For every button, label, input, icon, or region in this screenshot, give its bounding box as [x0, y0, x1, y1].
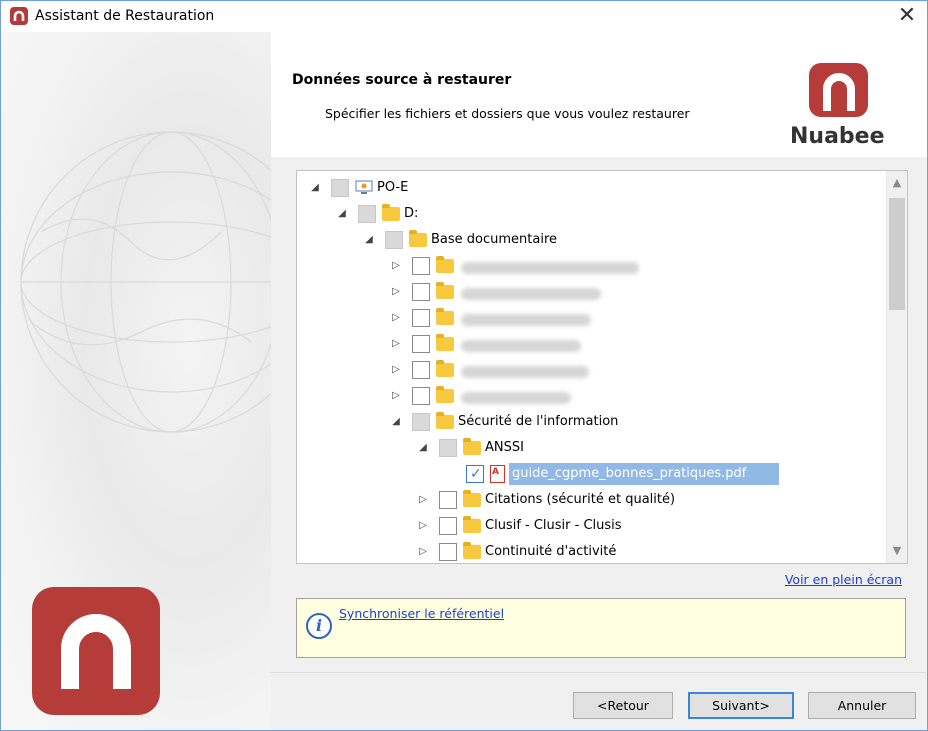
node-checkbox[interactable] — [439, 439, 457, 457]
redacted-label — [461, 340, 581, 352]
expand-arrow-icon[interactable]: ▷ — [390, 389, 402, 403]
tree-node-label: PO-E — [377, 180, 409, 195]
wizard-side-banner — [1, 32, 271, 730]
tree-node-label: Base documentaire — [431, 232, 558, 247]
tree-node-label: Citations (sécurité et qualité) — [485, 492, 676, 507]
brand-name: Nuabee — [790, 124, 885, 149]
tree-node-label: ANSSI — [485, 440, 524, 455]
redacted-label — [461, 314, 591, 326]
tree-node[interactable]: ▷ — [297, 331, 881, 357]
scroll-down-icon[interactable]: ▼ — [887, 541, 907, 561]
back-button[interactable]: <Retour — [573, 692, 673, 719]
collapse-arrow-icon[interactable]: ◢ — [417, 441, 429, 455]
redacted-label — [461, 392, 571, 404]
node-checkbox[interactable] — [439, 491, 457, 509]
folder-icon — [463, 542, 481, 559]
nuabee-logo-icon — [809, 63, 868, 117]
node-checkbox[interactable] — [439, 543, 457, 561]
tree-node[interactable]: ▷ — [297, 357, 881, 383]
tree-node-label: Continuité d'activité — [485, 544, 617, 559]
node-checkbox[interactable] — [412, 309, 430, 327]
folder-icon — [436, 256, 454, 273]
folder-icon — [436, 282, 454, 299]
tree-node[interactable]: ▷ — [297, 383, 881, 409]
app-logo-icon — [10, 7, 28, 25]
node-checkbox[interactable] — [412, 361, 430, 379]
expand-arrow-icon[interactable]: ▷ — [417, 493, 429, 507]
tree-node-label: guide_cgpme_bonnes_pratiques.pdf — [512, 466, 747, 481]
folder-icon — [436, 308, 454, 325]
folder-icon — [463, 438, 481, 455]
fullscreen-link[interactable]: Voir en plein écran — [785, 572, 902, 587]
tree-node-label: Clusif - Clusir - Clusis — [485, 518, 622, 533]
wizard-header: Données source à restaurer Spécifier les… — [271, 32, 927, 157]
info-panel: i Synchroniser le référentiel — [296, 598, 906, 658]
tree-node[interactable]: ▷ Continuité d'activité — [297, 539, 881, 563]
node-checkbox[interactable] — [331, 179, 349, 197]
next-button[interactable]: Suivant> — [688, 692, 794, 719]
tree-node[interactable]: ▷ — [297, 253, 881, 279]
collapse-arrow-icon[interactable]: ◢ — [309, 181, 321, 195]
folder-icon — [436, 360, 454, 377]
cancel-button[interactable]: Annuler — [808, 692, 916, 719]
nuabee-large-logo — [32, 587, 160, 715]
node-checkbox[interactable] — [412, 413, 430, 431]
redacted-label — [461, 262, 639, 274]
node-checkbox[interactable]: ✓ — [466, 465, 484, 483]
page-subtitle: Spécifier les fichiers et dossiers que v… — [325, 106, 690, 121]
tree-node[interactable]: ▷ Citations (sécurité et qualité) — [297, 487, 881, 513]
tree-node[interactable]: ◢ D: — [297, 201, 881, 227]
window-title: Assistant de Restauration — [35, 8, 215, 24]
node-checkbox[interactable] — [412, 387, 430, 405]
expand-arrow-icon[interactable]: ▷ — [417, 545, 429, 559]
expand-arrow-icon[interactable]: ▷ — [417, 519, 429, 533]
tree-node[interactable]: ▷ — [297, 279, 881, 305]
collapse-arrow-icon[interactable]: ◢ — [363, 233, 375, 247]
node-checkbox[interactable] — [439, 517, 457, 535]
folder-icon — [382, 204, 400, 221]
sync-repository-link[interactable]: Synchroniser le référentiel — [339, 606, 504, 621]
redacted-label — [461, 366, 589, 378]
redacted-label — [461, 288, 601, 300]
node-checkbox[interactable] — [412, 283, 430, 301]
tree-node[interactable]: ◢ ANSSI — [297, 435, 881, 461]
collapse-arrow-icon[interactable]: ◢ — [390, 415, 402, 429]
folder-icon — [436, 412, 454, 429]
tree-node-label: Sécurité de l'information — [458, 414, 619, 429]
folder-icon — [463, 490, 481, 507]
tree-node[interactable]: ◢ Base documentaire — [297, 227, 881, 253]
close-button[interactable]: ✕ — [887, 1, 927, 32]
scroll-thumb[interactable] — [889, 198, 905, 310]
info-icon: i — [306, 613, 332, 639]
expand-arrow-icon[interactable]: ▷ — [390, 337, 402, 351]
globe-watermark — [20, 131, 271, 433]
pdf-icon: A — [490, 465, 505, 483]
tree-node[interactable]: ▷ Clusif - Clusir - Clusis — [297, 513, 881, 539]
collapse-arrow-icon[interactable]: ◢ — [336, 207, 348, 221]
expand-arrow-icon[interactable]: ▷ — [390, 311, 402, 325]
folder-icon — [436, 334, 454, 351]
expand-arrow-icon[interactable]: ▷ — [390, 259, 402, 273]
tree-node[interactable]: ◢ PO-E — [297, 175, 881, 201]
page-title: Données source à restaurer — [292, 72, 512, 88]
tree-node-label: D: — [404, 206, 419, 221]
title-bar: Assistant de Restauration ✕ — [1, 1, 927, 32]
node-checkbox[interactable] — [358, 205, 376, 223]
node-checkbox[interactable] — [412, 335, 430, 353]
computer-icon — [355, 180, 373, 195]
folder-icon — [409, 230, 427, 247]
expand-arrow-icon[interactable]: ▷ — [390, 285, 402, 299]
tree-scrollbar[interactable]: ▲ ▼ — [886, 171, 907, 563]
expand-arrow-icon[interactable]: ▷ — [390, 363, 402, 377]
scroll-up-icon[interactable]: ▲ — [887, 173, 907, 193]
tree-node[interactable]: ✓ Aguide_cgpme_bonnes_pratiques.pdf — [297, 461, 881, 487]
tree-node[interactable]: ◢ Sécurité de l'information — [297, 409, 881, 435]
node-checkbox[interactable] — [412, 257, 430, 275]
folder-icon — [436, 386, 454, 403]
footer-divider — [270, 672, 926, 673]
node-checkbox[interactable] — [385, 231, 403, 249]
file-tree[interactable]: ◢ PO-E ◢ D: ◢ Base documentaire ▷ ▷ ▷ ▷ ▷ ▷ ◢ Sécurit… — [296, 170, 908, 564]
folder-icon — [463, 516, 481, 533]
tree-node[interactable]: ▷ — [297, 305, 881, 331]
